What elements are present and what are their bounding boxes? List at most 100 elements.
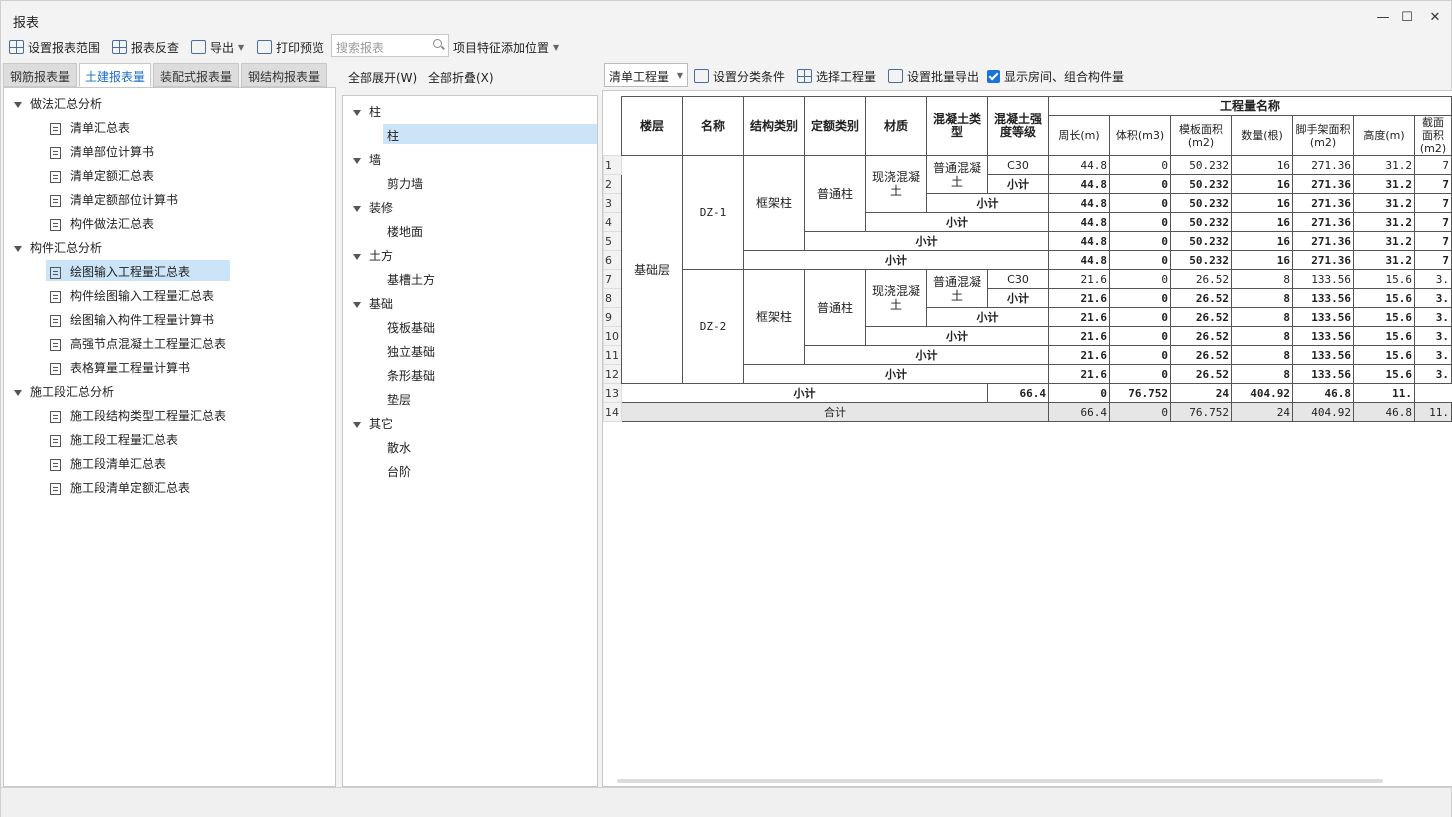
- row-number: 8: [603, 288, 622, 308]
- cell-value: 8: [1231, 288, 1293, 308]
- tree-item-selected[interactable]: 绘图输入工程量汇总表: [46, 260, 230, 281]
- cell-value: 50.232: [1170, 250, 1232, 270]
- row-number: 11: [603, 345, 622, 365]
- table-row[interactable]: 13 小计 66.4 0 76.752 24 404.92 46.8 11.: [603, 383, 1452, 403]
- cell-value: 3.: [1414, 288, 1452, 308]
- component-group[interactable]: 土方: [353, 247, 393, 264]
- search-input[interactable]: 搜索报表: [331, 34, 449, 57]
- expand-all-button[interactable]: 全部展开(W): [348, 69, 417, 86]
- tree-item[interactable]: 绘图输入构件工程量计算书: [50, 311, 214, 328]
- tree-item[interactable]: 清单定额部位计算书: [50, 191, 178, 208]
- tree-item[interactable]: 清单部位计算书: [50, 143, 154, 160]
- table-row[interactable]: 7 DZ-2 框架柱 普通柱 现浇混凝土 普通混凝土 C30 21.6 0 26…: [603, 269, 1452, 384]
- component-item[interactable]: 楼地面: [387, 223, 423, 240]
- tab-civil[interactable]: 土建报表量: [79, 63, 151, 87]
- cell-value: 271.36: [1292, 212, 1354, 232]
- feature-position-dropdown[interactable]: 项目特征添加位置 ▼: [453, 38, 559, 56]
- select-quantity-button[interactable]: 选择工程量: [797, 67, 876, 85]
- tree-item[interactable]: 清单汇总表: [50, 119, 130, 136]
- show-rooms-checkbox[interactable]: 显示房间、组合构件量: [987, 67, 1124, 85]
- table-row-total[interactable]: 14 合计 66.4 0 76.752 24 404.92 46.8 11.: [603, 402, 1452, 422]
- component-group[interactable]: 柱: [353, 103, 381, 120]
- component-item[interactable]: 剪力墙: [387, 175, 423, 192]
- cell-value: 31.2: [1353, 212, 1415, 232]
- document-icon: [50, 362, 61, 375]
- tree-item-label: 绘图输入构件工程量计算书: [70, 313, 215, 327]
- batch-export-button[interactable]: 设置批量导出: [888, 67, 979, 85]
- cell-value: 8: [1231, 364, 1293, 384]
- cell-value: 8: [1231, 307, 1293, 327]
- tree-item[interactable]: 构件做法汇总表: [50, 215, 154, 232]
- expand-icon: [353, 109, 361, 116]
- set-report-range-button[interactable]: 设置报表范围: [9, 38, 100, 56]
- cell-value: 271.36: [1292, 174, 1354, 194]
- print-preview-button[interactable]: 打印预览: [257, 38, 324, 56]
- tree-item[interactable]: 施工段清单汇总表: [50, 455, 166, 472]
- component-item[interactable]: 垫层: [387, 391, 411, 408]
- tree-item[interactable]: 施工段结构类型工程量汇总表: [50, 407, 226, 424]
- report-reverse-button[interactable]: 报表反查: [112, 38, 179, 56]
- component-item[interactable]: 散水: [387, 439, 411, 456]
- cell-material: 现浇混凝土: [865, 269, 927, 327]
- cell-value: 7: [1414, 193, 1452, 213]
- collapse-all-button[interactable]: 全部折叠(X): [428, 69, 494, 86]
- tree-item[interactable]: 施工段工程量汇总表: [50, 431, 178, 448]
- minimize-button[interactable]: —: [1375, 10, 1391, 26]
- tab-prefab[interactable]: 装配式报表量: [153, 63, 239, 87]
- component-group[interactable]: 基础: [353, 295, 393, 312]
- cell-name: DZ-2: [682, 269, 744, 384]
- tree-group[interactable]: 构件汇总分析: [14, 239, 102, 256]
- cell-value: 271.36: [1292, 250, 1354, 270]
- cell-value: 0: [1109, 326, 1171, 346]
- cell-concrete-type: 普通混凝土: [926, 155, 988, 194]
- cell-value: 0: [1109, 193, 1171, 213]
- row-number: 2: [603, 174, 622, 194]
- cell-value: 0: [1109, 174, 1171, 194]
- close-button[interactable]: ✕: [1427, 10, 1443, 26]
- tab-rebar[interactable]: 钢筋报表量: [3, 63, 77, 87]
- document-icon: [50, 434, 61, 447]
- cell-value: 15.6: [1353, 364, 1415, 384]
- export-button[interactable]: 导出 ▼: [191, 38, 244, 56]
- cell-value: 271.36: [1292, 155, 1354, 175]
- component-group[interactable]: 其它: [353, 415, 393, 432]
- export-icon: [191, 40, 206, 54]
- tree-group[interactable]: 做法汇总分析: [14, 95, 102, 112]
- component-item[interactable]: 独立基础: [387, 343, 435, 360]
- cell-value: 3.: [1414, 269, 1452, 289]
- expand-icon: [14, 245, 22, 252]
- component-item[interactable]: 筏板基础: [387, 319, 435, 336]
- cell-value: 16: [1231, 193, 1293, 213]
- tree-item[interactable]: 清单定额汇总表: [50, 167, 154, 184]
- component-group[interactable]: 装修: [353, 199, 393, 216]
- main-toolbar: 设置报表范围 报表反查 导出 ▼ 打印预览 项目特征添加位置 ▼: [1, 35, 1451, 59]
- tree-item[interactable]: 表格算量工程量计算书: [50, 359, 190, 376]
- maximize-button[interactable]: ☐: [1399, 10, 1415, 26]
- table-row[interactable]: 1 基础层 DZ-1 框架柱 普通柱 现浇混凝土 普通混凝土 C30 44.8 …: [603, 155, 1452, 384]
- row-number: 13: [603, 383, 622, 403]
- component-item-selected[interactable]: 柱: [383, 124, 597, 144]
- cell-value: 21.6: [1048, 345, 1110, 365]
- tab-steel[interactable]: 钢结构报表量: [241, 63, 327, 87]
- header-col: 脚手架面积(m2): [1292, 115, 1354, 156]
- header-qty-group: 工程量名称: [1048, 96, 1452, 116]
- component-group[interactable]: 墙: [353, 151, 381, 168]
- tree-item[interactable]: 施工段清单定额汇总表: [50, 479, 190, 496]
- header-floor: 楼层: [621, 96, 683, 156]
- set-classify-button[interactable]: 设置分类条件: [694, 67, 785, 85]
- component-item[interactable]: 条形基础: [387, 367, 435, 384]
- cell-subtotal: 小计: [804, 231, 1049, 251]
- component-item[interactable]: 台阶: [387, 463, 411, 480]
- component-item[interactable]: 基槽土方: [387, 271, 435, 288]
- row-number: 14: [603, 402, 622, 422]
- cell-subtotal: 小计: [743, 364, 1049, 384]
- row-number: 1: [603, 155, 622, 175]
- horizontal-scrollbar[interactable]: [617, 779, 1383, 783]
- report-table-panel: 楼层 名称 结构类别 定额类别 材质 混凝土类型 混凝土强度等级 工程量名称 周…: [602, 90, 1452, 787]
- cell-value: 31.2: [1353, 155, 1415, 175]
- tree-group[interactable]: 施工段汇总分析: [14, 383, 114, 400]
- cell-name: DZ-1: [682, 155, 744, 270]
- quantity-type-select[interactable]: 清单工程量 ▼: [604, 63, 688, 87]
- tree-item[interactable]: 高强节点混凝土工程量汇总表: [50, 335, 226, 352]
- tree-item[interactable]: 构件绘图输入工程量汇总表: [50, 287, 214, 304]
